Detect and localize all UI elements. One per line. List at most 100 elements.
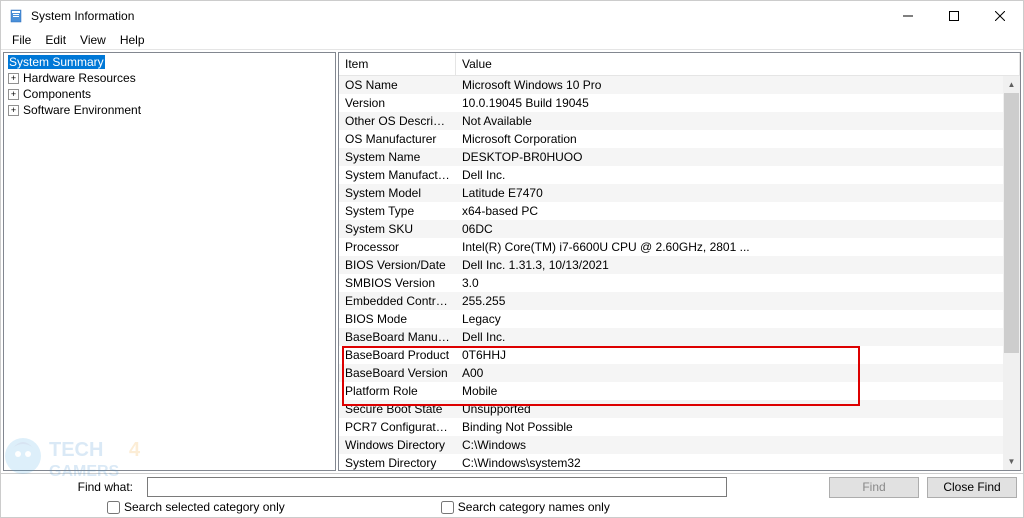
- cell-value: C:\Windows: [456, 438, 1020, 452]
- cell-value: 0T6HHJ: [456, 348, 1020, 362]
- cell-item: Secure Boot State: [339, 402, 456, 416]
- column-header-item[interactable]: Item: [339, 53, 456, 75]
- cell-item: BIOS Version/Date: [339, 258, 456, 272]
- cell-item: System Model: [339, 186, 456, 200]
- list-row[interactable]: Version10.0.19045 Build 19045: [339, 94, 1020, 112]
- cell-item: System Type: [339, 204, 456, 218]
- cell-value: x64-based PC: [456, 204, 1020, 218]
- cell-value: Microsoft Windows 10 Pro: [456, 78, 1020, 92]
- expand-icon[interactable]: +: [8, 73, 19, 84]
- tree-item-label: Components: [23, 87, 91, 101]
- cell-item: Processor: [339, 240, 456, 254]
- list-row[interactable]: OS NameMicrosoft Windows 10 Pro: [339, 76, 1020, 94]
- list-row[interactable]: Other OS DescriptionNot Available: [339, 112, 1020, 130]
- cell-item: SMBIOS Version: [339, 276, 456, 290]
- cell-item: OS Manufacturer: [339, 132, 456, 146]
- list-row[interactable]: BaseBoard Product0T6HHJ: [339, 346, 1020, 364]
- checkbox-label: Search category names only: [458, 500, 610, 514]
- tree-item-software-environment[interactable]: + Software Environment: [4, 102, 335, 118]
- menu-help[interactable]: Help: [113, 31, 152, 49]
- cell-item: BaseBoard Manufact...: [339, 330, 456, 344]
- list-row[interactable]: System Typex64-based PC: [339, 202, 1020, 220]
- scrollbar-thumb[interactable]: [1004, 93, 1019, 353]
- cell-item: PCR7 Configuration: [339, 420, 456, 434]
- cell-item: BIOS Mode: [339, 312, 456, 326]
- search-selected-category-checkbox[interactable]: Search selected category only: [107, 500, 285, 514]
- cell-value: Intel(R) Core(TM) i7-6600U CPU @ 2.60GHz…: [456, 240, 1020, 254]
- cell-item: Windows Directory: [339, 438, 456, 452]
- cell-item: Platform Role: [339, 384, 456, 398]
- list-row[interactable]: BaseBoard Manufact...Dell Inc.: [339, 328, 1020, 346]
- cell-item: BaseBoard Version: [339, 366, 456, 380]
- list-row[interactable]: System ManufacturerDell Inc.: [339, 166, 1020, 184]
- list-row[interactable]: OS ManufacturerMicrosoft Corporation: [339, 130, 1020, 148]
- list-row[interactable]: Secure Boot StateUnsupported: [339, 400, 1020, 418]
- checkbox-icon[interactable]: [441, 501, 454, 514]
- list-row[interactable]: BaseBoard VersionA00: [339, 364, 1020, 382]
- find-bar: Find what: Find Close Find Search select…: [1, 473, 1023, 515]
- list-header: Item Value: [339, 53, 1020, 76]
- list-row[interactable]: PCR7 ConfigurationBinding Not Possible: [339, 418, 1020, 436]
- list-row[interactable]: Windows DirectoryC:\Windows: [339, 436, 1020, 454]
- minimize-button[interactable]: [885, 1, 931, 31]
- list-row[interactable]: SMBIOS Version3.0: [339, 274, 1020, 292]
- tree-item-system-summary[interactable]: System Summary: [4, 54, 335, 70]
- vertical-scrollbar[interactable]: ▲ ▼: [1003, 76, 1020, 470]
- cell-value: 10.0.19045 Build 19045: [456, 96, 1020, 110]
- maximize-button[interactable]: [931, 1, 977, 31]
- category-tree[interactable]: System Summary + Hardware Resources + Co…: [3, 52, 336, 471]
- cell-value: 06DC: [456, 222, 1020, 236]
- list-row[interactable]: System DirectoryC:\Windows\system32: [339, 454, 1020, 470]
- cell-value: Dell Inc.: [456, 330, 1020, 344]
- cell-value: A00: [456, 366, 1020, 380]
- checkbox-icon[interactable]: [107, 501, 120, 514]
- cell-item: System SKU: [339, 222, 456, 236]
- tree-item-label: Software Environment: [23, 103, 141, 117]
- scroll-down-icon[interactable]: ▼: [1003, 453, 1020, 470]
- list-row[interactable]: Embedded Controll...255.255: [339, 292, 1020, 310]
- list-row[interactable]: BIOS ModeLegacy: [339, 310, 1020, 328]
- cell-item: OS Name: [339, 78, 456, 92]
- cell-value: Legacy: [456, 312, 1020, 326]
- search-category-names-checkbox[interactable]: Search category names only: [441, 500, 610, 514]
- cell-value: Dell Inc. 1.31.3, 10/13/2021: [456, 258, 1020, 272]
- expand-icon[interactable]: +: [8, 89, 19, 100]
- cell-value: 255.255: [456, 294, 1020, 308]
- checkbox-label: Search selected category only: [124, 500, 285, 514]
- cell-value: Dell Inc.: [456, 168, 1020, 182]
- tree-item-label: Hardware Resources: [23, 71, 136, 85]
- column-header-value[interactable]: Value: [456, 53, 1020, 75]
- menu-file[interactable]: File: [5, 31, 38, 49]
- list-row[interactable]: System SKU06DC: [339, 220, 1020, 238]
- cell-value: Microsoft Corporation: [456, 132, 1020, 146]
- scroll-up-icon[interactable]: ▲: [1003, 76, 1020, 93]
- menubar: File Edit View Help: [1, 31, 1023, 50]
- find-label: Find what:: [7, 480, 139, 494]
- cell-item: System Manufacturer: [339, 168, 456, 182]
- expand-icon[interactable]: +: [8, 105, 19, 116]
- list-row[interactable]: BIOS Version/DateDell Inc. 1.31.3, 10/13…: [339, 256, 1020, 274]
- list-row[interactable]: System NameDESKTOP-BR0HUOO: [339, 148, 1020, 166]
- window-title: System Information: [31, 9, 134, 23]
- content-area: System Summary + Hardware Resources + Co…: [1, 50, 1023, 473]
- tree-item-hardware-resources[interactable]: + Hardware Resources: [4, 70, 335, 86]
- cell-value: C:\Windows\system32: [456, 456, 1020, 470]
- close-find-button[interactable]: Close Find: [927, 477, 1017, 498]
- details-list: Item Value OS NameMicrosoft Windows 10 P…: [338, 52, 1021, 471]
- tree-item-components[interactable]: + Components: [4, 86, 335, 102]
- find-button[interactable]: Find: [829, 477, 919, 498]
- cell-value: Latitude E7470: [456, 186, 1020, 200]
- cell-value: Mobile: [456, 384, 1020, 398]
- list-body[interactable]: OS NameMicrosoft Windows 10 ProVersion10…: [339, 76, 1020, 470]
- find-input[interactable]: [147, 477, 727, 497]
- tree-item-label: System Summary: [8, 55, 105, 69]
- menu-edit[interactable]: Edit: [38, 31, 73, 49]
- cell-item: System Directory: [339, 456, 456, 470]
- list-row[interactable]: System ModelLatitude E7470: [339, 184, 1020, 202]
- window-controls: [885, 1, 1023, 31]
- menu-view[interactable]: View: [73, 31, 113, 49]
- list-row[interactable]: Platform RoleMobile: [339, 382, 1020, 400]
- list-row[interactable]: ProcessorIntel(R) Core(TM) i7-6600U CPU …: [339, 238, 1020, 256]
- close-button[interactable]: [977, 1, 1023, 31]
- cell-item: Embedded Controll...: [339, 294, 456, 308]
